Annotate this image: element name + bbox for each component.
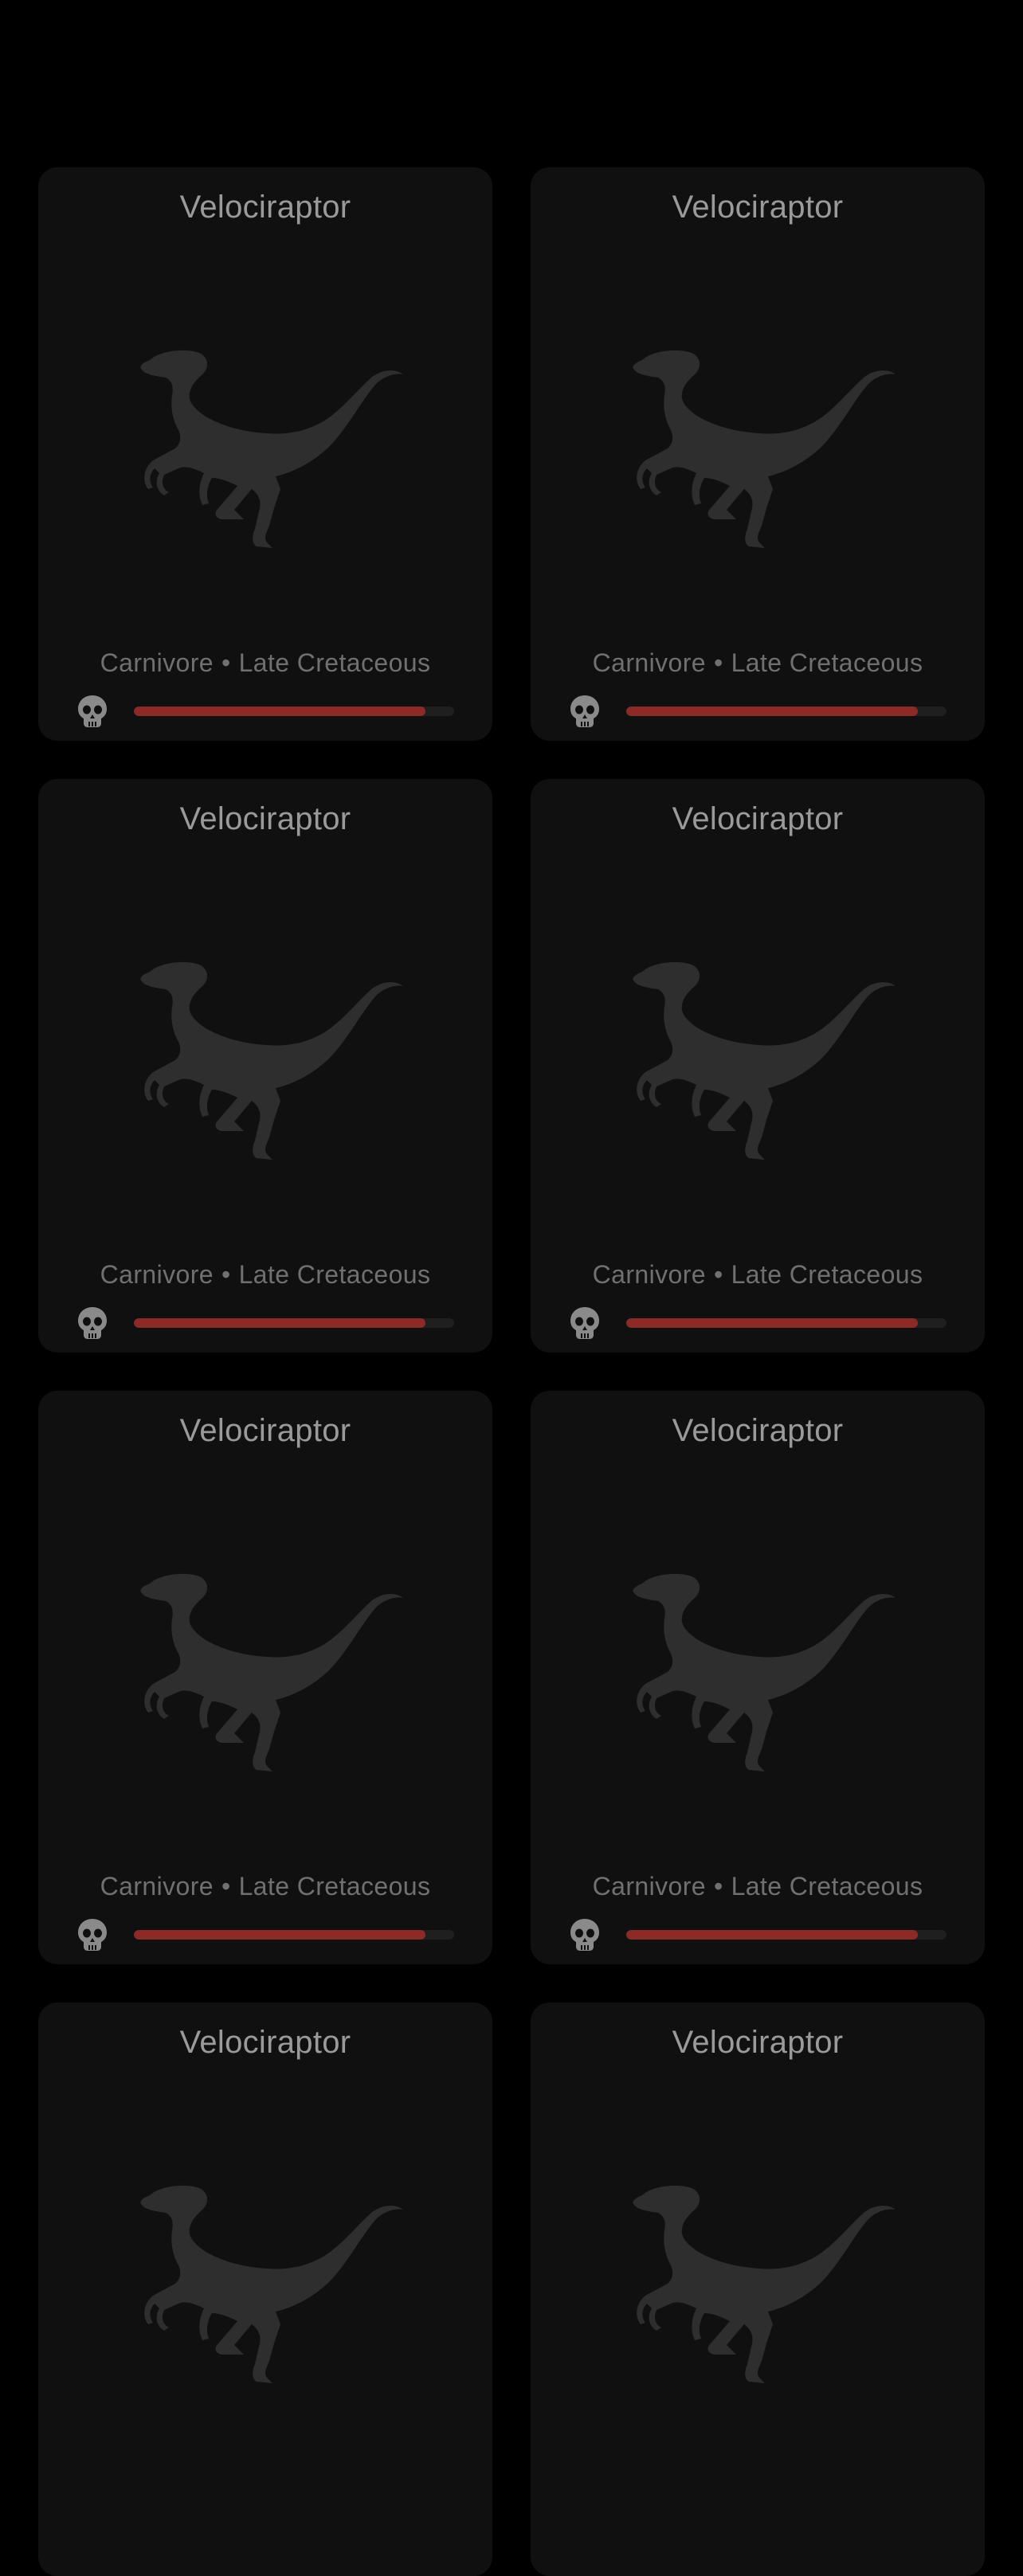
card-title: Velociraptor (179, 190, 351, 225)
dinosaur-silhouette-icon (132, 2184, 403, 2383)
period-label: Late Cretaceous (731, 1260, 923, 1289)
dinosaur-silhouette-icon (132, 1572, 403, 1771)
separator-dot: • (713, 1260, 723, 1289)
dinosaur-card[interactable]: Velociraptor Carnivore • Late Cretaceous (531, 1391, 985, 1964)
threat-bar (626, 1318, 947, 1328)
dinosaur-silhouette-icon (625, 1572, 896, 1771)
diet-label: Carnivore (100, 1872, 214, 1901)
threat-row (569, 693, 947, 728)
diet-label: Carnivore (592, 1260, 706, 1289)
diet-label: Carnivore (592, 648, 706, 677)
threat-bar-fill (134, 707, 425, 716)
period-label: Late Cretaceous (731, 648, 923, 677)
card-title: Velociraptor (672, 2025, 844, 2060)
card-title: Velociraptor (179, 2025, 351, 2060)
separator-dot: • (221, 648, 231, 677)
threat-row (76, 1305, 454, 1340)
dinosaur-grid: Velociraptor Carnivore • Late Cretaceous V… (38, 167, 985, 2576)
dinosaur-card[interactable]: Velociraptor Carnivore • Late Cretaceous (38, 167, 492, 741)
skull-icon (569, 1918, 601, 1952)
period-label: Late Cretaceous (238, 1872, 431, 1901)
threat-bar (134, 1930, 454, 1940)
card-subtitle: Carnivore • Late Cretaceous (531, 1257, 985, 1292)
skull-icon (569, 695, 601, 728)
threat-row (76, 693, 454, 728)
dinosaur-silhouette-icon (625, 349, 896, 548)
dinosaur-silhouette-icon (625, 961, 896, 1160)
threat-row (569, 1305, 947, 1340)
separator-dot: • (221, 1872, 231, 1901)
diet-label: Carnivore (100, 648, 214, 677)
dinosaur-card[interactable]: Velociraptor Carnivore • Late Cretaceous (531, 167, 985, 741)
card-title: Velociraptor (179, 801, 351, 836)
separator-dot: • (713, 1872, 723, 1901)
dinosaur-silhouette-icon (132, 349, 403, 548)
skull-icon (76, 695, 108, 728)
card-subtitle: Carnivore • Late Cretaceous (531, 1869, 985, 1904)
period-label: Late Cretaceous (238, 648, 431, 677)
diet-label: Carnivore (100, 1260, 214, 1289)
threat-bar (626, 1930, 947, 1940)
dinosaur-silhouette-icon (132, 961, 403, 1160)
dinosaur-card[interactable]: Velociraptor Carnivore • Late Cretaceous (531, 779, 985, 1353)
dinosaur-silhouette-icon (625, 2184, 896, 2383)
separator-dot: • (221, 1260, 231, 1289)
card-title: Velociraptor (179, 1413, 351, 1448)
threat-bar (626, 707, 947, 716)
threat-bar-fill (134, 1318, 425, 1328)
card-subtitle: Carnivore • Late Cretaceous (38, 1257, 492, 1292)
card-title: Velociraptor (672, 190, 844, 225)
card-subtitle: Carnivore • Late Cretaceous (38, 1869, 492, 1904)
dinosaur-card[interactable]: Velociraptor (38, 2002, 492, 2576)
skull-icon (76, 1306, 108, 1340)
threat-bar-fill (134, 1930, 425, 1940)
card-title: Velociraptor (672, 1413, 844, 1448)
threat-bar (134, 707, 454, 716)
period-label: Late Cretaceous (238, 1260, 431, 1289)
threat-bar-fill (626, 1930, 918, 1940)
skull-icon (569, 1306, 601, 1340)
threat-row (76, 1916, 454, 1952)
card-title: Velociraptor (672, 801, 844, 836)
threat-row (569, 1916, 947, 1952)
period-label: Late Cretaceous (731, 1872, 923, 1901)
threat-bar-fill (626, 707, 918, 716)
threat-bar (134, 1318, 454, 1328)
threat-bar-fill (626, 1318, 918, 1328)
skull-icon (76, 1918, 108, 1952)
separator-dot: • (713, 648, 723, 677)
dinosaur-card[interactable]: Velociraptor Carnivore • Late Cretaceous (38, 779, 492, 1353)
dinosaur-card[interactable]: Velociraptor (531, 2002, 985, 2576)
diet-label: Carnivore (592, 1872, 706, 1901)
card-subtitle: Carnivore • Late Cretaceous (531, 645, 985, 680)
card-subtitle: Carnivore • Late Cretaceous (38, 645, 492, 680)
dinosaur-card[interactable]: Velociraptor Carnivore • Late Cretaceous (38, 1391, 492, 1964)
